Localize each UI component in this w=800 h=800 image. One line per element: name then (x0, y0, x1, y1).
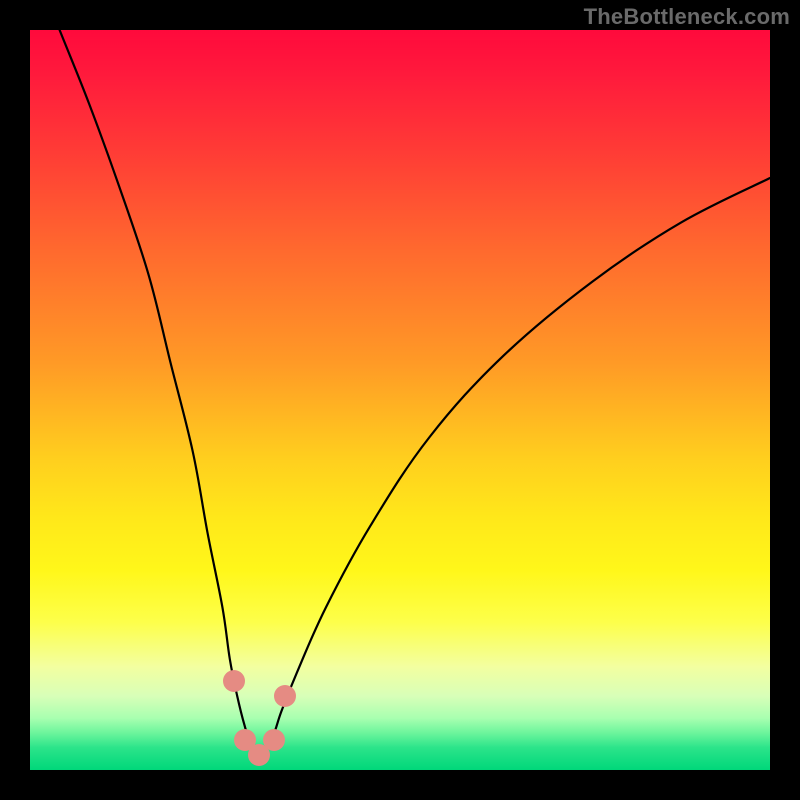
bottleneck-curve (30, 30, 770, 755)
watermark-text: TheBottleneck.com (584, 4, 790, 30)
curve-marker (263, 729, 285, 751)
curve-marker (223, 670, 245, 692)
curve-marker (274, 685, 296, 707)
plot-area (30, 30, 770, 770)
curve-layer (30, 30, 770, 770)
chart-frame: TheBottleneck.com (0, 0, 800, 800)
